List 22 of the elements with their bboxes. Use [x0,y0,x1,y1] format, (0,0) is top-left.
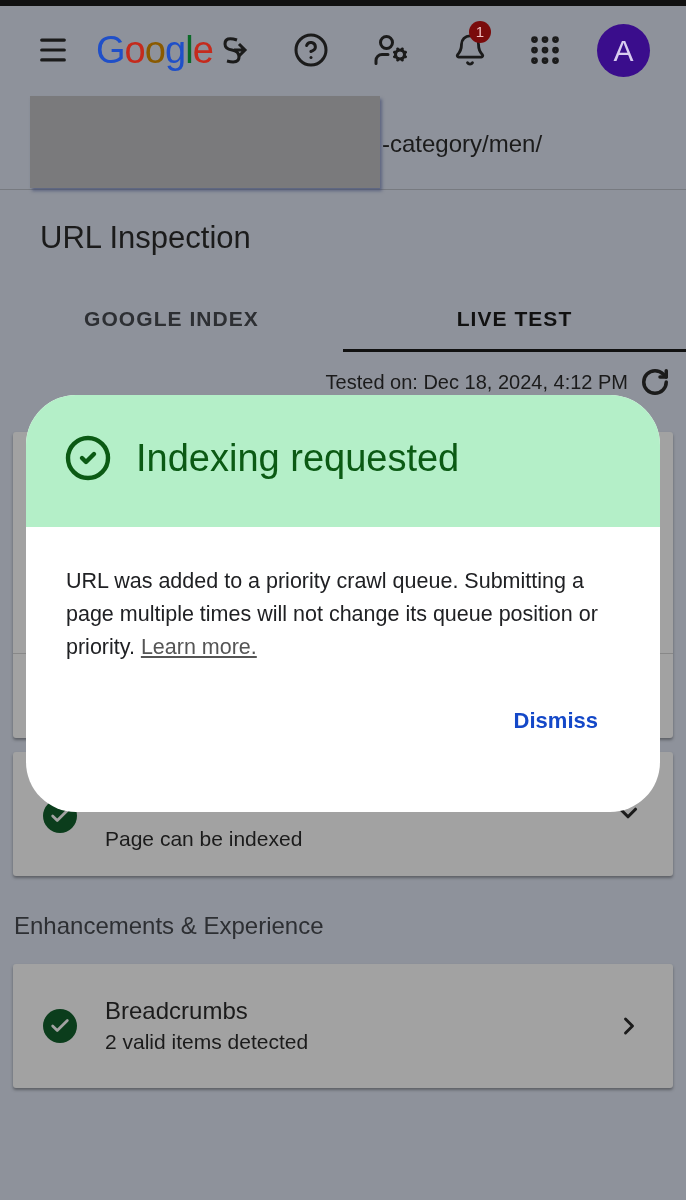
card-subtitle: Page can be indexed [105,826,303,853]
dialog-title: Indexing requested [136,435,460,481]
url-text: -category/men/ [382,129,543,159]
page-title: URL Inspection [39,219,252,257]
card-subtitle: 2 valid items detected [105,1029,309,1055]
tab[interactable]: GOOGLE INDEX [0,288,343,352]
dismiss-button[interactable]: Dismiss [511,704,600,737]
tab[interactable]: LIVE TEST [343,288,686,352]
refresh-icon[interactable] [640,367,670,397]
check-icon [43,1009,77,1043]
dialog-message: URL was added to a priority crawl queue. Submitting a page multiple times will not change its queue position or priority. Learn more. [65,568,599,661]
notification-badge: 1 [468,21,491,43]
tested-on-text: Tested on: Dec 18, 2024, 4:12 PM [325,370,628,395]
enhancement-card[interactable]: Breadcrumbs 2 valid items detected [13,964,673,1088]
learn-more-link[interactable]: Learn more. [140,635,257,659]
card-title: Breadcrumbs [105,996,249,1026]
avatar[interactable]: A [597,23,650,77]
section-title: Enhancements & Experience [13,911,325,941]
logo: Google [96,31,213,69]
help-icon[interactable] [292,32,329,68]
success-icon [64,434,112,482]
user-settings-icon[interactable] [372,32,409,68]
